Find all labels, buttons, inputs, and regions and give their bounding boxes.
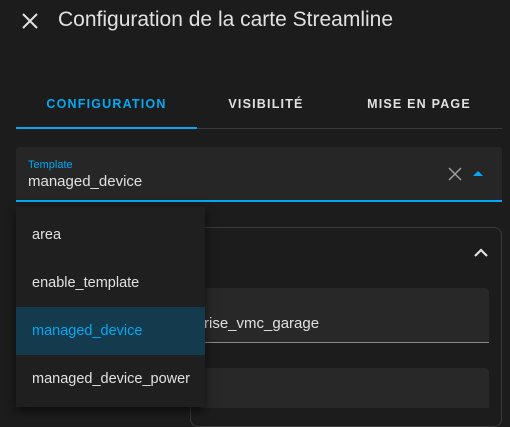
entity-value: rise_vmc_garage xyxy=(204,315,320,332)
tab-mise-en-page[interactable]: MISE EN PAGE xyxy=(336,97,502,111)
template-label: Template xyxy=(28,159,73,171)
template-select[interactable]: Template managed_device xyxy=(16,147,502,202)
template-dropdown-menu: area enable_template managed_device mana… xyxy=(16,207,205,407)
tab-indicator xyxy=(16,127,197,129)
option-managed-device-power[interactable]: managed_device_power xyxy=(16,355,205,403)
option-enable-template[interactable]: enable_template xyxy=(16,259,205,307)
tab-visibilite[interactable]: VISIBILITÉ xyxy=(178,97,354,111)
tab-configuration[interactable]: CONFIGURATION xyxy=(16,97,197,111)
option-managed-device[interactable]: managed_device xyxy=(16,307,205,355)
dialog-title: Configuration de la carte Streamline xyxy=(58,8,394,31)
option-area[interactable]: area xyxy=(16,211,205,259)
clear-icon[interactable] xyxy=(448,167,462,181)
entity-input[interactable]: rise_vmc_garage xyxy=(200,288,489,343)
secondary-input[interactable] xyxy=(200,368,489,408)
close-icon[interactable] xyxy=(20,11,40,31)
template-value: managed_device xyxy=(28,173,143,190)
arrow-up-icon[interactable] xyxy=(473,171,483,176)
chevron-up-icon[interactable] xyxy=(473,246,489,258)
